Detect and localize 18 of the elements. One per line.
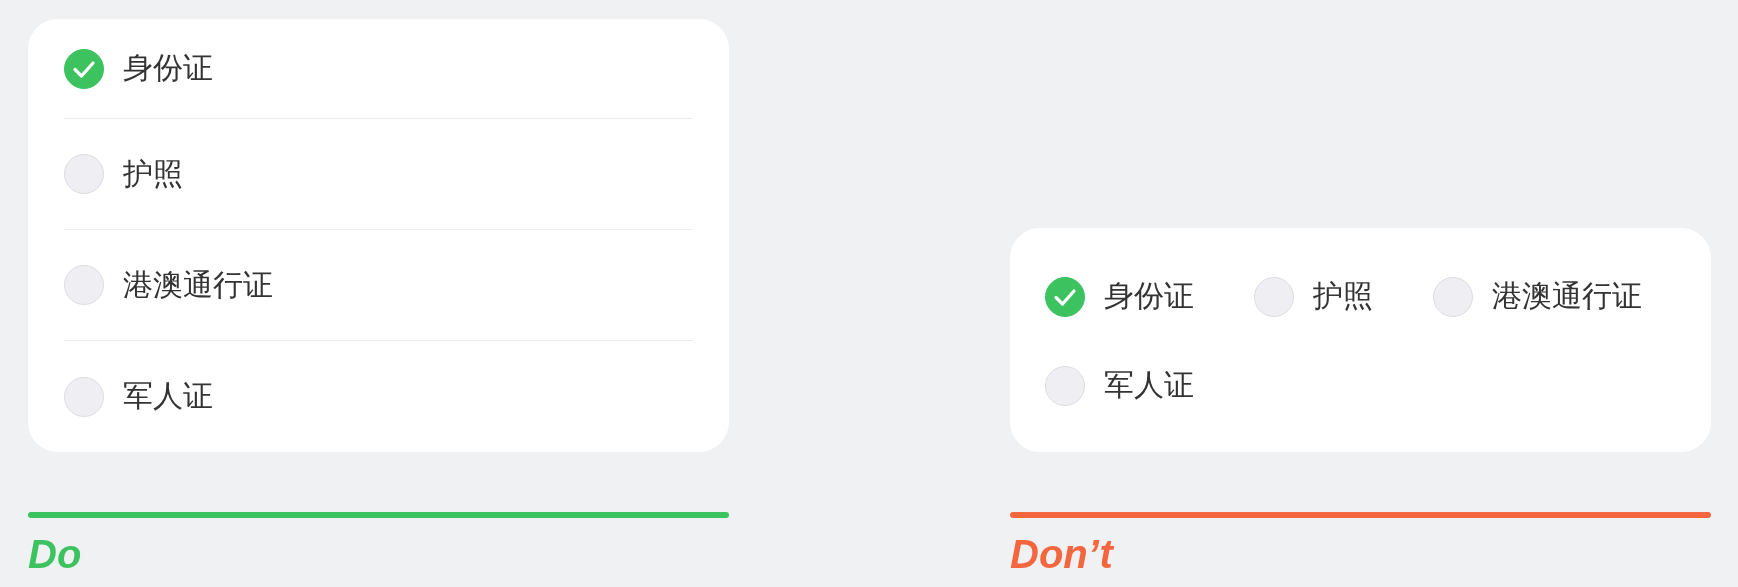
radio-button[interactable]	[1045, 365, 1085, 406]
verdict-label: Do	[28, 532, 82, 577]
option-label[interactable]: 军人证	[1104, 365, 1194, 406]
option-label[interactable]: 军人证	[123, 376, 213, 417]
option-label[interactable]: 港澳通行证	[123, 264, 273, 306]
radio-button[interactable]	[64, 376, 104, 417]
radio-button[interactable]	[1254, 276, 1294, 317]
checked-radio-icon[interactable]	[1045, 276, 1085, 317]
checked-radio-icon[interactable]	[64, 48, 104, 89]
option-label[interactable]: 护照	[123, 153, 183, 195]
radio-button[interactable]	[1433, 276, 1473, 317]
option-label[interactable]: 身份证	[123, 48, 213, 89]
radio-button[interactable]	[64, 265, 104, 305]
option-label[interactable]: 港澳通行证	[1492, 276, 1642, 317]
option-label[interactable]: 护照	[1313, 276, 1373, 317]
verdict-label: Don’t	[1010, 532, 1113, 577]
radio-button[interactable]	[64, 154, 104, 194]
option-label[interactable]: 身份证	[1104, 276, 1194, 317]
